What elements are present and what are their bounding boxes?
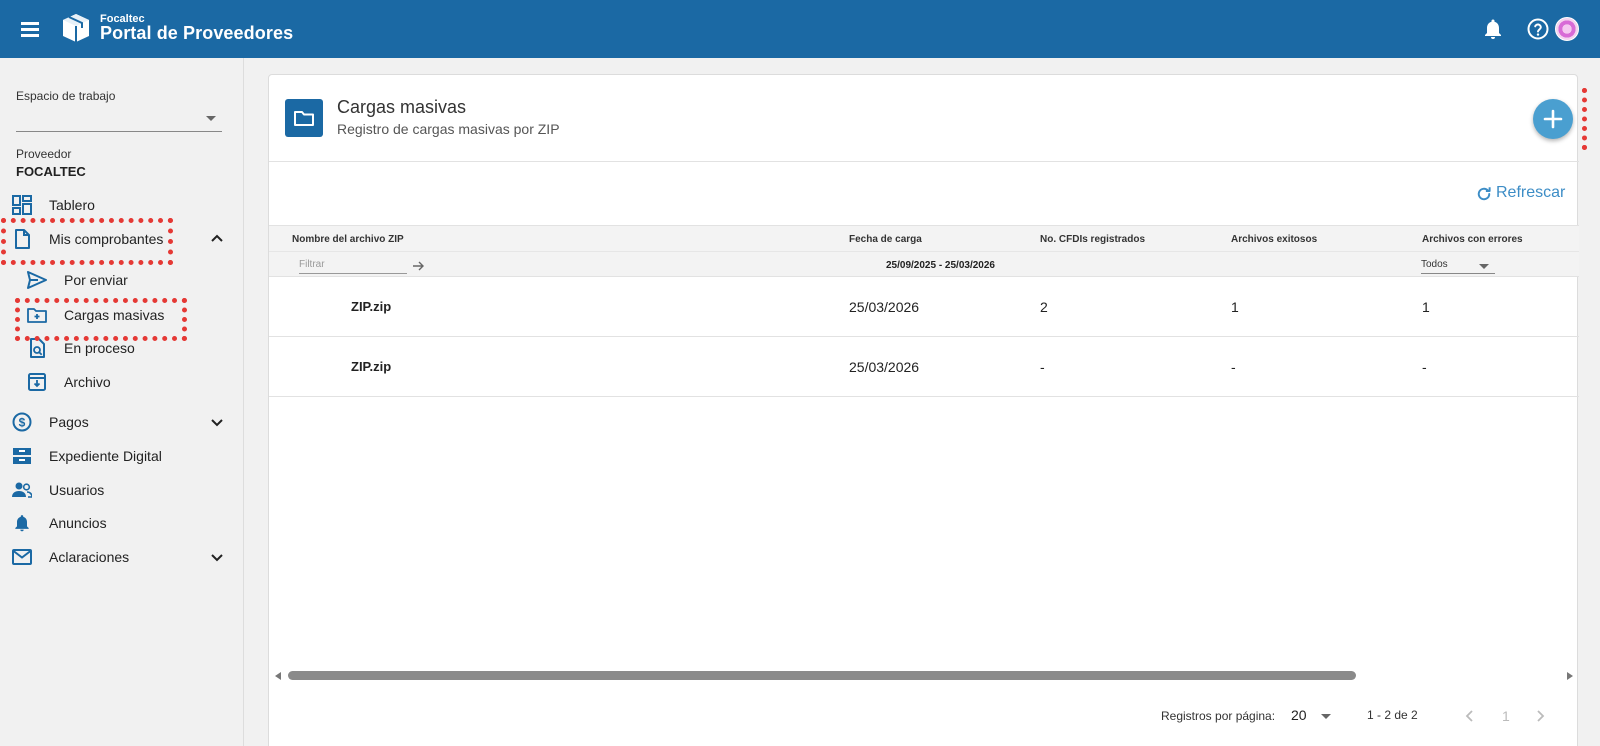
chevron-up-icon	[211, 234, 223, 242]
errors-filter-select[interactable]: Todos	[1421, 256, 1495, 274]
caret-down-icon	[1479, 264, 1489, 269]
sidebar-item-label: Mis comprobantes	[49, 231, 164, 247]
plus-icon	[1543, 109, 1563, 129]
sidebar-item-label: Expediente Digital	[49, 448, 162, 464]
hamburger-menu-icon[interactable]	[18, 17, 42, 41]
column-header-nombre[interactable]: Nombre del archivo ZIP	[292, 234, 404, 245]
sidebar-item-label: Por enviar	[64, 272, 128, 288]
add-button[interactable]	[1533, 99, 1573, 139]
cell-date: 25/03/2026	[849, 359, 920, 375]
errors-filter-value: Todos	[1421, 259, 1448, 270]
svg-text:$: $	[19, 416, 26, 430]
folder-upload-icon	[27, 308, 47, 323]
sidebar-item-label: Archivo	[64, 374, 111, 390]
table-header: Nombre del archivo ZIP Fecha de carga No…	[269, 225, 1579, 277]
sidebar-item-tablero[interactable]: Tablero	[0, 189, 244, 221]
pagination-range: 1 - 2 de 2	[1367, 708, 1418, 722]
scroll-left-icon[interactable]	[275, 672, 281, 680]
chevron-down-icon	[211, 419, 223, 427]
mail-icon	[12, 549, 32, 565]
column-header-errores[interactable]: Archivos con errores	[1422, 234, 1523, 245]
page-title: Cargas masivas	[337, 97, 467, 117]
horizontal-scrollbar[interactable]	[269, 667, 1579, 685]
sidebar-item-en-proceso[interactable]: En proceso	[0, 332, 244, 364]
help-icon[interactable]	[1526, 17, 1550, 41]
dashboard-icon	[12, 195, 32, 215]
refresh-label: Refrescar	[1496, 184, 1566, 201]
cabinet-icon	[13, 448, 31, 464]
sidebar-item-pagos[interactable]: $ Pagos	[0, 406, 244, 438]
user-avatar[interactable]	[1555, 17, 1579, 41]
sidebar: Espacio de trabajo Proveedor FOCALTEC Ta…	[0, 58, 244, 746]
sidebar-item-label: Usuarios	[49, 482, 105, 498]
cell-cfdis: 2	[1040, 299, 1048, 315]
cell-errors: -	[1422, 359, 1427, 375]
bell-icon	[15, 515, 29, 532]
sidebar-item-anuncios[interactable]: Anuncios	[0, 507, 244, 539]
cell-date: 25/03/2026	[849, 299, 920, 315]
chevron-left-icon[interactable]	[1461, 707, 1479, 725]
main-card: Cargas masivas Registro de cargas masiva…	[268, 74, 1579, 746]
cell-success: 1	[1231, 299, 1239, 315]
rows-per-page-value: 20	[1291, 707, 1307, 723]
users-icon	[12, 482, 32, 498]
sidebar-item-archivo[interactable]: Archivo	[0, 366, 244, 398]
provider-label: Proveedor	[16, 147, 72, 161]
rows-per-page-select[interactable]: 20	[1291, 703, 1333, 725]
send-icon	[27, 271, 47, 289]
date-range-filter[interactable]: 25/09/2025 - 25/03/2026	[886, 260, 995, 271]
refresh-icon	[1477, 187, 1491, 201]
scrollbar-thumb[interactable]	[288, 671, 1356, 680]
sidebar-item-expediente-digital[interactable]: Expediente Digital	[0, 440, 244, 472]
workspace-select[interactable]	[16, 108, 222, 132]
chevron-right-icon[interactable]	[1531, 707, 1549, 725]
scroll-right-icon[interactable]	[1567, 672, 1573, 680]
cell-success: -	[1231, 359, 1236, 375]
column-header-exitosos[interactable]: Archivos exitosos	[1231, 234, 1317, 245]
table-row[interactable]: ZIP.zip 25/03/2026 2 1 1	[269, 277, 1579, 337]
column-header-cfdis[interactable]: No. CFDIs registrados	[1040, 234, 1145, 245]
current-page: 1	[1502, 708, 1510, 724]
sidebar-item-label: En proceso	[64, 340, 135, 356]
caret-down-icon	[1321, 714, 1331, 719]
sidebar-item-label: Pagos	[49, 414, 89, 430]
sidebar-item-usuarios[interactable]: Usuarios	[0, 474, 244, 506]
document-search-icon	[30, 338, 45, 358]
dollar-icon: $	[12, 412, 32, 432]
top-bar: Focaltec Portal de Proveedores	[0, 0, 1600, 58]
filter-name-input[interactable]	[299, 256, 407, 274]
rows-per-page-label: Registros por página:	[1161, 709, 1276, 723]
document-icon	[15, 229, 30, 249]
sidebar-item-label: Tablero	[49, 197, 95, 213]
cell-file-name: ZIP.zip	[351, 359, 392, 374]
column-header-fecha[interactable]: Fecha de carga	[849, 234, 922, 245]
focaltec-logo-icon	[63, 14, 89, 42]
chevron-down-icon	[211, 554, 223, 562]
sidebar-item-mis-comprobantes[interactable]: Mis comprobantes	[0, 223, 244, 255]
archive-icon	[28, 373, 46, 391]
workspace-label: Espacio de trabajo	[16, 89, 116, 103]
provider-name: FOCALTEC	[16, 164, 86, 179]
sidebar-item-label: Cargas masivas	[64, 307, 165, 323]
sidebar-item-label: Aclaraciones	[49, 549, 130, 565]
notifications-bell-icon[interactable]	[1481, 17, 1505, 41]
arrow-right-icon[interactable]	[411, 259, 425, 273]
sidebar-item-por-enviar[interactable]: Por enviar	[0, 264, 244, 296]
table-row[interactable]: ZIP.zip 25/03/2026 - - -	[269, 337, 1579, 397]
cell-errors: 1	[1422, 299, 1430, 315]
header-separator	[269, 251, 1579, 252]
cell-cfdis: -	[1040, 359, 1045, 375]
sidebar-item-aclaraciones[interactable]: Aclaraciones	[0, 541, 244, 573]
sidebar-item-cargas-masivas[interactable]: Cargas masivas	[0, 299, 244, 331]
page-subtitle: Registro de cargas masivas por ZIP	[337, 121, 560, 137]
caret-down-icon	[206, 116, 216, 121]
folder-header-icon	[285, 99, 323, 137]
cell-file-name: ZIP.zip	[351, 299, 392, 314]
brand-title: Portal de Proveedores	[100, 23, 294, 43]
header-divider	[269, 161, 1579, 162]
sidebar-item-label: Anuncios	[49, 515, 107, 531]
